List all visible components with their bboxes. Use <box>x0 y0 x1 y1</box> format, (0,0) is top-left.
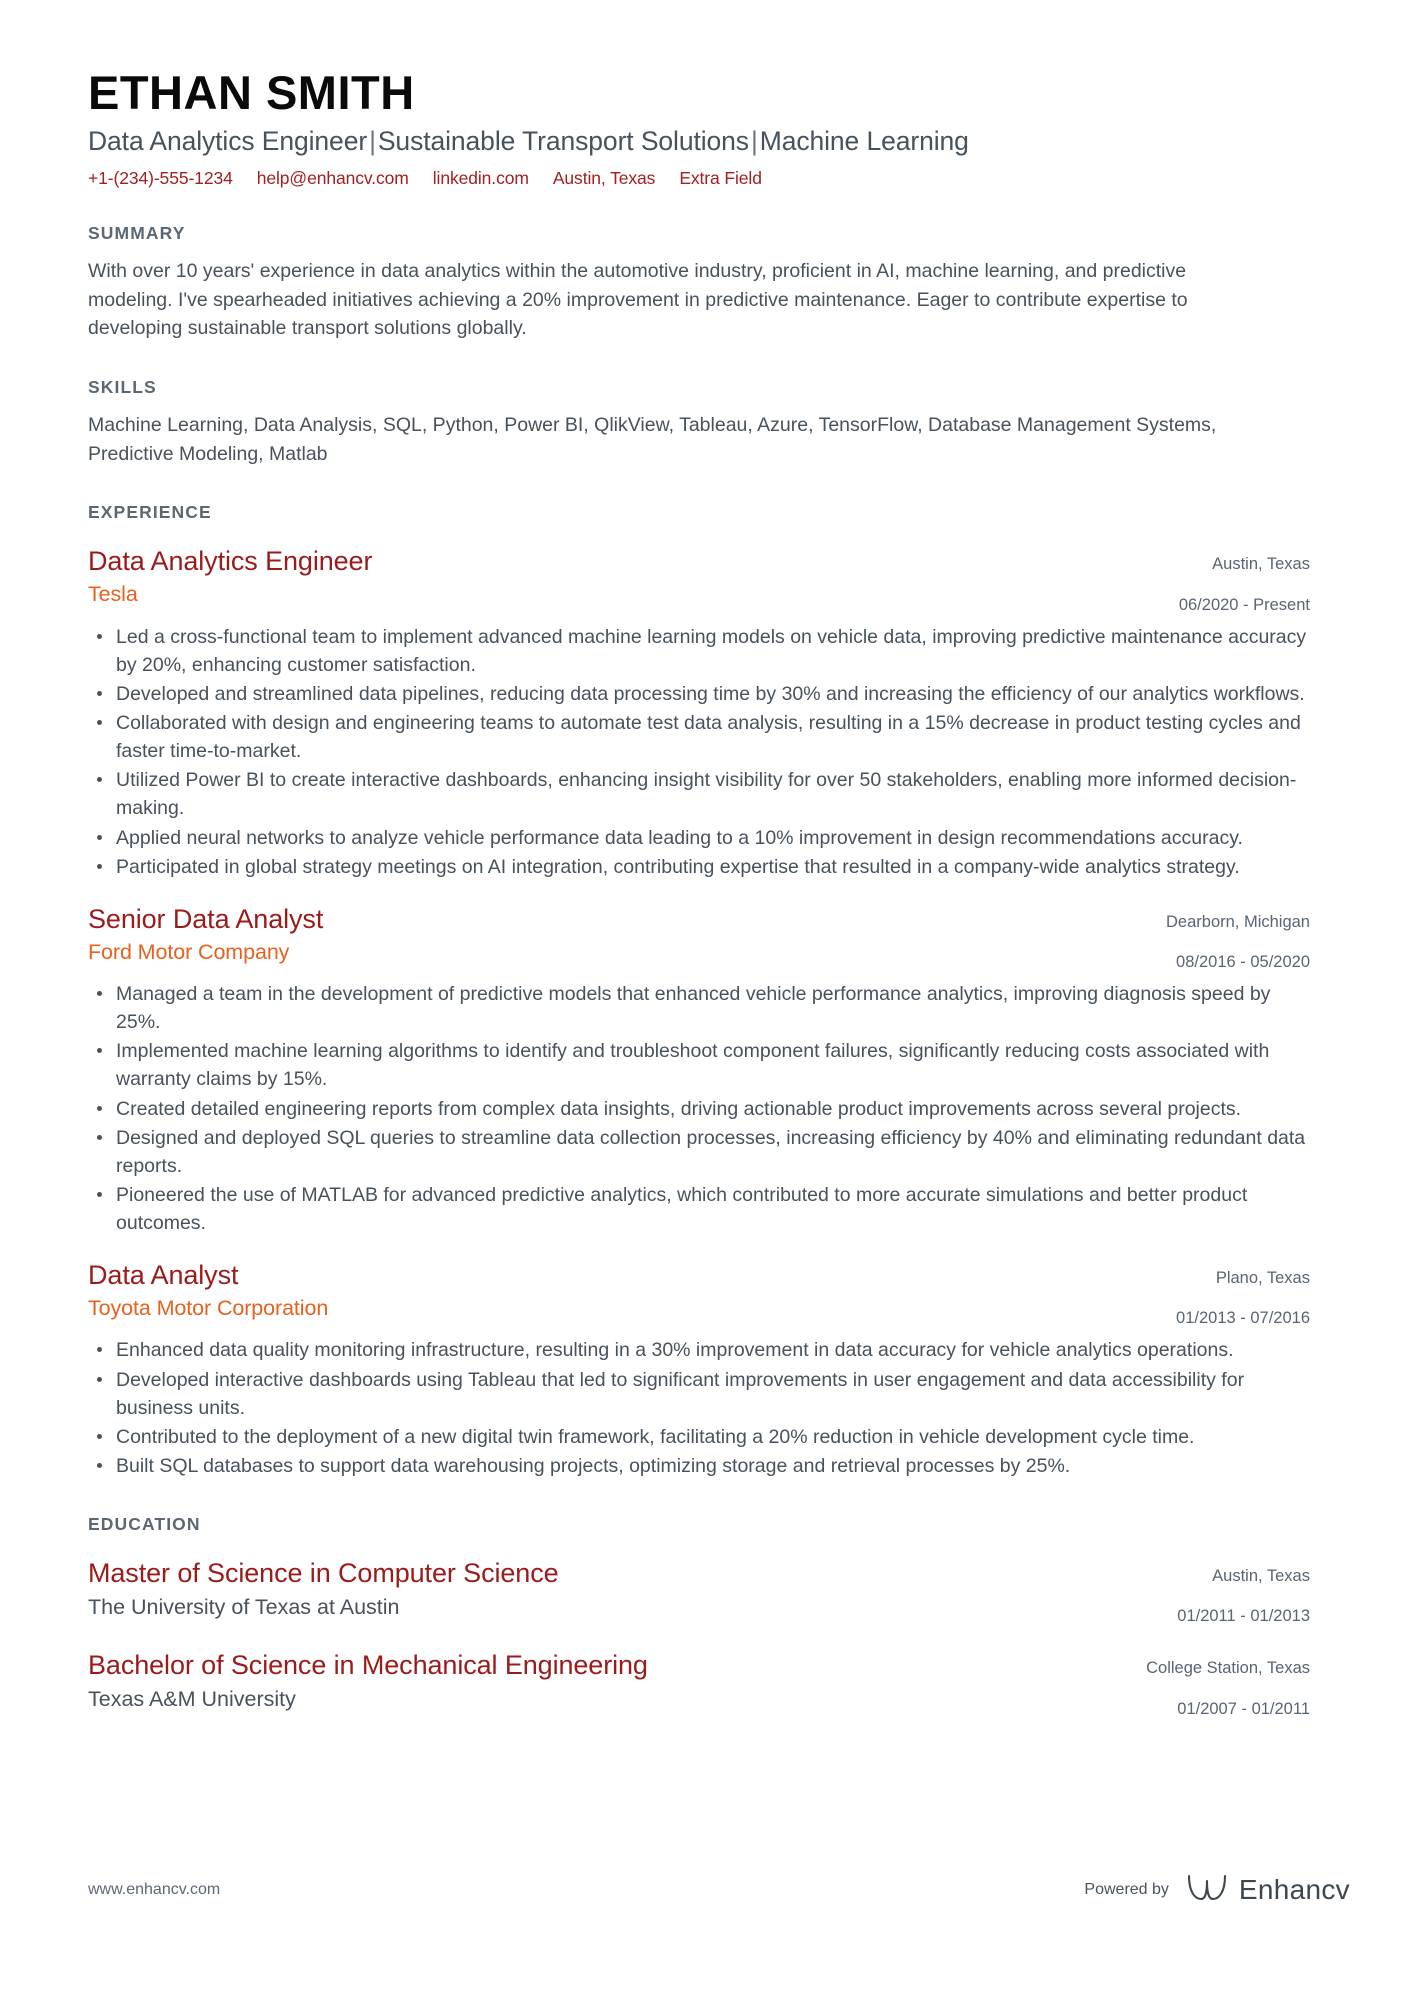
experience-bullet: Managed a team in the development of pre… <box>88 980 1310 1036</box>
footer-branding: Powered by Enhancv <box>1084 1872 1350 1907</box>
experience-bullet: Designed and deployed SQL queries to str… <box>88 1124 1310 1180</box>
page-footer: www.enhancv.com Powered by Enhancv <box>88 1872 1350 1907</box>
experience-bullet: Developed and streamlined data pipelines… <box>88 680 1310 708</box>
contact-extra-field[interactable]: Extra Field <box>679 168 762 189</box>
experience-bullet: Collaborated with design and engineering… <box>88 709 1310 765</box>
contact-row: +1-(234)-555-1234 help@enhancv.com linke… <box>88 168 1310 189</box>
experience-bullet: Participated in global strategy meetings… <box>88 853 1310 881</box>
section-skills: SKILLS Machine Learning, Data Analysis, … <box>88 377 1310 468</box>
footer-website-url[interactable]: www.enhancv.com <box>88 1881 220 1899</box>
education-entry-main: Bachelor of Science in Mechanical Engine… <box>88 1649 1120 1714</box>
education-entry-meta: College Station, Texas 01/2007 - 01/2011 <box>1120 1649 1310 1720</box>
experience-entry-meta: Dearborn, Michigan 08/2016 - 05/2020 <box>1140 903 1310 974</box>
experience-bullet: Created detailed engineering reports fro… <box>88 1095 1310 1123</box>
experience-entry-meta: Plano, Texas 01/2013 - 07/2016 <box>1150 1259 1310 1330</box>
section-title-experience: EXPERIENCE <box>88 502 212 523</box>
contact-location[interactable]: Austin, Texas <box>553 168 656 189</box>
experience-dates: 01/2013 - 07/2016 <box>1176 1309 1310 1328</box>
skills-text: Machine Learning, Data Analysis, SQL, Py… <box>88 414 1217 465</box>
experience-bullet-list: Enhanced data quality monitoring infrast… <box>88 1336 1310 1479</box>
experience-location: Plano, Texas <box>1215 1268 1310 1287</box>
experience-location: Austin, Texas <box>1212 555 1310 574</box>
experience-entry-meta: Austin, Texas 06/2020 - Present <box>1153 545 1310 616</box>
headline-separator-1: | <box>369 126 376 157</box>
education-location: Austin, Texas <box>1212 1566 1310 1585</box>
experience-entry-header: Data Analyst Toyota Motor Corporation Pl… <box>88 1259 1310 1330</box>
education-degree: Bachelor of Science in Mechanical Engine… <box>88 1650 648 1681</box>
education-school: The University of Texas at Austin <box>88 1594 400 1619</box>
education-location: College Station, Texas <box>1146 1659 1310 1678</box>
enhancv-logo-icon <box>1185 1872 1229 1907</box>
contact-email[interactable]: help@enhancv.com <box>257 168 409 189</box>
experience-entry: Data Analyst Toyota Motor Corporation Pl… <box>88 1259 1310 1480</box>
resume-header: ETHAN SMITH Data Analytics Engineer|Sust… <box>88 0 1310 189</box>
enhancv-brand-name: Enhancv <box>1238 1873 1350 1905</box>
headline-part-3: Machine Learning <box>759 126 969 157</box>
education-degree: Master of Science in Computer Science <box>88 1557 559 1588</box>
section-title-education: EDUCATION <box>88 1513 201 1534</box>
education-entry-meta: Austin, Texas 01/2011 - 01/2013 <box>1151 1557 1310 1628</box>
candidate-name: ETHAN SMITH <box>88 66 415 119</box>
experience-bullet: Implemented machine learning algorithms … <box>88 1037 1310 1093</box>
contact-linkedin[interactable]: linkedin.com <box>433 168 529 189</box>
section-title-skills: SKILLS <box>88 377 157 398</box>
powered-by-label: Powered by <box>1084 1880 1169 1898</box>
experience-bullet: Applied neural networks to analyze vehic… <box>88 824 1310 852</box>
contact-phone[interactable]: +1-(234)-555-1234 <box>88 168 233 189</box>
experience-bullet: Led a cross-functional team to implement… <box>88 623 1310 679</box>
experience-bullet: Pioneered the use of MATLAB for advanced… <box>88 1181 1310 1237</box>
resume-content: ETHAN SMITH Data Analytics Engineer|Sust… <box>88 0 1310 1720</box>
experience-bullet: Built SQL databases to support data ware… <box>88 1452 1310 1480</box>
experience-entry-header: Data Analytics Engineer Tesla Austin, Te… <box>88 545 1310 616</box>
experience-entry-main: Data Analyst Toyota Motor Corporation <box>88 1259 1150 1323</box>
experience-bullet: Utilized Power BI to create interactive … <box>88 766 1310 822</box>
experience-bullet-list: Managed a team in the development of pre… <box>88 980 1310 1237</box>
experience-dates: 06/2020 - Present <box>1178 595 1310 614</box>
education-entry: Master of Science in Computer Science Th… <box>88 1557 1310 1628</box>
education-dates: 01/2011 - 01/2013 <box>1177 1607 1310 1626</box>
education-entry: Bachelor of Science in Mechanical Engine… <box>88 1649 1310 1720</box>
experience-role-title: Data Analyst <box>88 1259 239 1290</box>
section-summary: SUMMARY With over 10 years' experience i… <box>88 223 1310 343</box>
experience-bullet: Developed interactive dashboards using T… <box>88 1366 1310 1422</box>
headline-part-2: Sustainable Transport Solutions <box>377 126 749 157</box>
experience-role-title: Data Analytics Engineer <box>88 546 373 577</box>
left-accent-bar <box>0 0 11 1995</box>
experience-bullet: Enhanced data quality monitoring infrast… <box>88 1336 1310 1364</box>
experience-entry-main: Data Analytics Engineer Tesla <box>88 545 1153 609</box>
education-school: Texas A&M University <box>88 1687 296 1712</box>
education-entry-header: Master of Science in Computer Science Th… <box>88 1557 1310 1628</box>
experience-entry-header: Senior Data Analyst Ford Motor Company D… <box>88 903 1310 974</box>
education-entry-header: Bachelor of Science in Mechanical Engine… <box>88 1649 1310 1720</box>
section-education: EDUCATION Master of Science in Computer … <box>88 1514 1310 1720</box>
section-title-summary: SUMMARY <box>88 223 186 244</box>
resume-page: ETHAN SMITH Data Analytics Engineer|Sust… <box>0 0 1410 1995</box>
headline-separator-2: | <box>750 126 758 157</box>
experience-bullet: Contributed to the deployment of a new d… <box>88 1423 1310 1451</box>
section-experience: EXPERIENCE Data Analytics Engineer Tesla… <box>88 502 1310 1479</box>
enhancv-brand: Enhancv <box>1185 1872 1350 1907</box>
experience-company: Ford Motor Company <box>88 939 290 964</box>
experience-entry: Senior Data Analyst Ford Motor Company D… <box>88 903 1310 1237</box>
experience-company: Tesla <box>88 582 138 607</box>
experience-company: Toyota Motor Corporation <box>88 1295 329 1320</box>
education-entry-main: Master of Science in Computer Science Th… <box>88 1557 1151 1622</box>
experience-entry: Data Analytics Engineer Tesla Austin, Te… <box>88 545 1310 880</box>
experience-location: Dearborn, Michigan <box>1166 912 1310 931</box>
candidate-headline: Data Analytics Engineer|Sustainable Tran… <box>88 126 1310 158</box>
summary-text: With over 10 years' experience in data a… <box>88 260 1188 340</box>
experience-bullet-list: Led a cross-functional team to implement… <box>88 623 1310 881</box>
headline-part-1: Data Analytics Engineer <box>88 126 368 157</box>
experience-dates: 08/2016 - 05/2020 <box>1176 952 1310 971</box>
experience-entry-main: Senior Data Analyst Ford Motor Company <box>88 903 1140 967</box>
education-dates: 01/2007 - 01/2011 <box>1177 1699 1310 1718</box>
experience-role-title: Senior Data Analyst <box>88 903 324 934</box>
